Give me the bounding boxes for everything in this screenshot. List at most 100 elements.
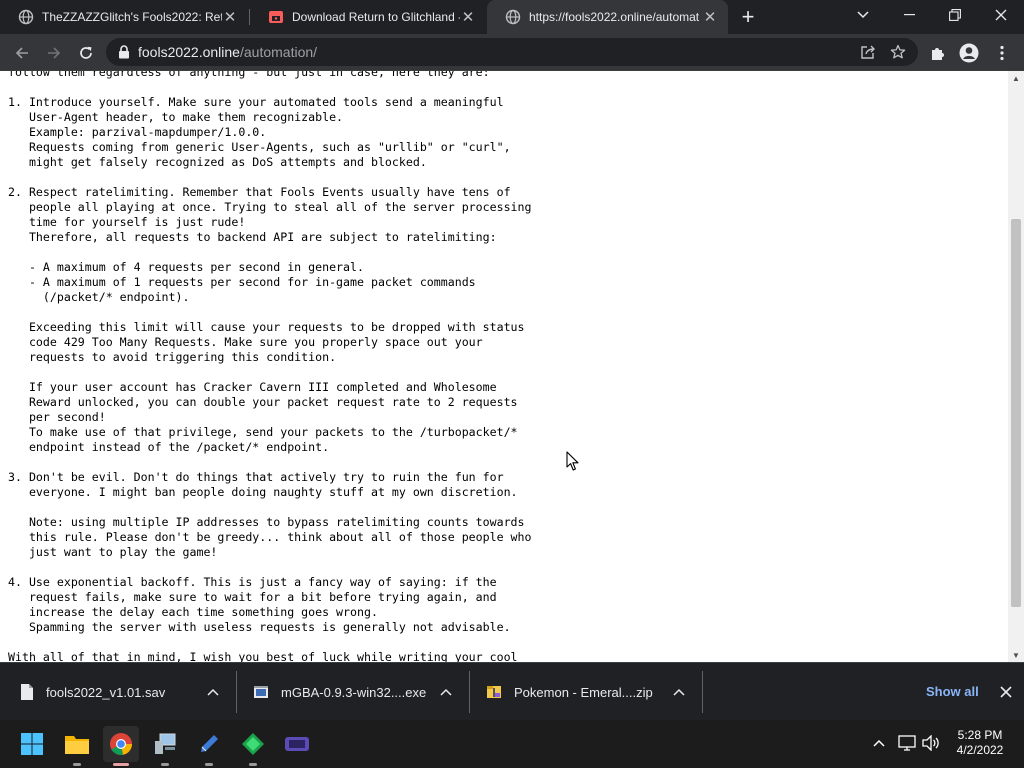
- chevron-up-icon[interactable]: [204, 683, 222, 701]
- document-line: Exceeding this limit will cause your req…: [8, 320, 525, 334]
- taskbar-chrome[interactable]: [103, 726, 139, 766]
- minimize-icon: [903, 14, 915, 16]
- start-button[interactable]: [14, 726, 50, 762]
- close-icon[interactable]: ✕: [222, 9, 238, 26]
- document-line: time for yourself is just rude!: [8, 215, 246, 229]
- tray-overflow-button[interactable]: [868, 732, 890, 754]
- new-tab-button[interactable]: +: [737, 4, 759, 29]
- download-filename: fools2022_v1.01.sav: [46, 684, 166, 700]
- document-line: increase the delay each time something g…: [8, 605, 378, 619]
- document-line: endpoint instead of the /packet/* endpoi…: [8, 440, 330, 454]
- document-line: everyone. I might ban people doing naugh…: [8, 485, 518, 499]
- lock-icon[interactable]: [118, 45, 130, 59]
- vertical-scrollbar[interactable]: ▲ ▼: [1008, 71, 1024, 662]
- scroll-down-arrow-icon[interactable]: ▼: [1008, 648, 1024, 662]
- pc-icon: [155, 733, 176, 754]
- game-icon: [285, 737, 309, 751]
- reload-button[interactable]: [73, 40, 99, 66]
- clock-date: 4/2/2022: [956, 743, 1004, 757]
- restore-icon: [949, 9, 961, 21]
- itch-icon: [269, 11, 283, 23]
- taskbar-pc-app[interactable]: [147, 726, 183, 766]
- tab-fools2022-automation[interactable]: https://fools2022.online/automat ✕: [487, 0, 728, 34]
- document-line: just want to play the game!: [8, 545, 218, 559]
- browser-toolbar: fools2022.online/automation/: [0, 34, 1024, 71]
- url-text: fools2022.online/automation/: [138, 44, 317, 60]
- document-line: Example: parzival-mapdumper/1.0.0.: [8, 125, 267, 139]
- close-shelf-button[interactable]: [994, 680, 1018, 704]
- document-line: code 429 Too Many Requests. Make sure yo…: [8, 335, 483, 349]
- close-window-button[interactable]: [979, 0, 1023, 30]
- restore-button[interactable]: [933, 0, 977, 30]
- document-line: If your user account has Cracker Cavern …: [8, 380, 497, 394]
- taskbar-game-app[interactable]: [279, 726, 315, 762]
- taskbar-file-explorer[interactable]: [59, 726, 95, 766]
- kebab-menu-icon: [1000, 45, 1004, 61]
- document-line: - A maximum of 1 requests per second for…: [8, 275, 476, 289]
- chevron-up-icon[interactable]: [437, 683, 455, 701]
- document-line: 2. Respect ratelimiting. Remember that F…: [8, 185, 511, 199]
- chevron-up-icon[interactable]: [670, 683, 688, 701]
- extensions-button[interactable]: [925, 40, 951, 66]
- document-line: (/packet/* endpoint).: [8, 290, 190, 304]
- reload-icon: [80, 46, 92, 59]
- tab-fools2022-ret[interactable]: TheZZAZZGlitch's Fools2022: Ret ✕: [0, 0, 248, 34]
- profile-button[interactable]: [956, 40, 982, 66]
- download-item-zip[interactable]: Pokemon - Emeral....zip: [470, 663, 702, 721]
- zip-icon: [487, 686, 501, 698]
- scrollbar-thumb[interactable]: [1011, 219, 1021, 607]
- forward-button[interactable]: [41, 40, 67, 66]
- tab-strip: TheZZAZZGlitch's Fools2022: Ret ✕ Downlo…: [0, 0, 1024, 34]
- running-indicator: [113, 763, 129, 766]
- document-line: User-Agent header, to make them recogniz…: [8, 110, 344, 124]
- running-indicator: [249, 763, 257, 766]
- running-indicator: [161, 763, 169, 766]
- running-indicator: [73, 763, 81, 766]
- menu-button[interactable]: [989, 40, 1015, 66]
- document-line: follow them regardless of anything - but…: [8, 71, 490, 79]
- close-icon: [1000, 686, 1012, 698]
- document-line: Therefore, all requests to backend API a…: [8, 230, 497, 244]
- arrow-right-icon: [48, 47, 61, 59]
- taskbar-pen-app[interactable]: [191, 726, 227, 766]
- document-line: Reward unlocked, you can double your pac…: [8, 395, 518, 409]
- download-item-exe[interactable]: mGBA-0.9.3-win32....exe: [237, 663, 469, 721]
- tab-title: https://fools2022.online/automat: [529, 10, 700, 24]
- running-indicator: [205, 763, 213, 766]
- url-path: /automation/: [239, 44, 318, 60]
- taskbar-emerald-app[interactable]: [235, 726, 271, 766]
- minimize-button[interactable]: [887, 0, 931, 30]
- address-bar[interactable]: fools2022.online/automation/: [106, 38, 918, 66]
- tab-search-button[interactable]: [841, 0, 885, 30]
- url-host: fools2022.online: [138, 44, 240, 60]
- document-line: 1. Introduce yourself. Make sure your au…: [8, 95, 504, 109]
- arrow-left-icon: [15, 47, 28, 59]
- mouse-cursor-icon: [566, 451, 579, 471]
- show-all-button[interactable]: Show all: [916, 677, 989, 705]
- back-button[interactable]: [9, 40, 35, 66]
- document-text: follow them regardless of anything - but…: [8, 71, 532, 662]
- close-icon[interactable]: ✕: [460, 9, 476, 26]
- scroll-up-arrow-icon[interactable]: ▲: [1008, 71, 1024, 85]
- chrome-icon: [110, 733, 132, 755]
- file-explorer-icon: [65, 736, 89, 754]
- document-line: 4. Use exponential backoff. This is just…: [8, 575, 497, 589]
- clock-time: 5:28 PM: [957, 728, 1003, 742]
- close-icon[interactable]: ✕: [702, 9, 718, 26]
- download-item-sav[interactable]: fools2022_v1.01.sav: [0, 663, 236, 721]
- system-clock[interactable]: 5:28 PM 4/2/2022: [950, 728, 1010, 758]
- star-icon[interactable]: [890, 44, 906, 60]
- tab-download-return-to-glitchland[interactable]: Download Return to Glitchland - ✕: [250, 0, 486, 34]
- document-line: To make use of that privilege, send your…: [8, 425, 518, 439]
- document-line: requests to avoid triggering this condit…: [8, 350, 337, 364]
- share-icon[interactable]: [860, 44, 876, 60]
- document-line: With all of that in mind, I wish you bes…: [8, 650, 518, 662]
- document-line: this rule. Please don't be greedy... thi…: [8, 530, 532, 544]
- network-button[interactable]: [896, 732, 918, 754]
- chevron-down-icon: [857, 11, 869, 19]
- volume-button[interactable]: [920, 732, 942, 754]
- start-icon: [21, 733, 43, 755]
- close-icon: [995, 9, 1007, 21]
- installer-icon: [254, 686, 268, 698]
- chevron-up-icon: [873, 739, 885, 747]
